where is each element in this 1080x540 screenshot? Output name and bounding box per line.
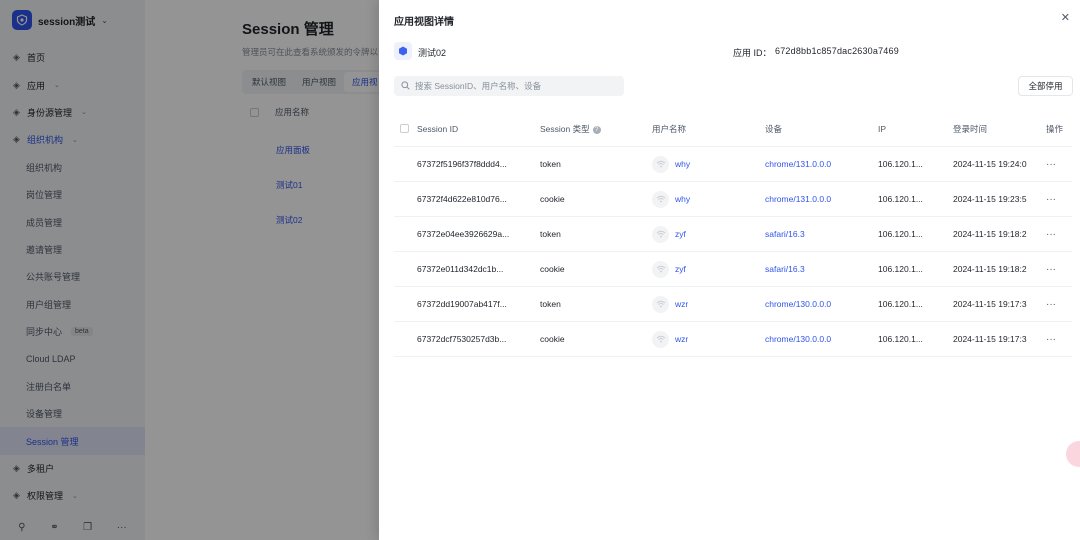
device-link[interactable]: safari/16.3 xyxy=(765,229,865,239)
disable-all-button[interactable]: 全部停用 xyxy=(1018,76,1073,96)
device-link[interactable]: chrome/131.0.0.0 xyxy=(765,159,865,169)
ip-cell: 106.120.1... xyxy=(878,334,923,344)
help-icon[interactable]: ? xyxy=(592,125,601,134)
login-time-cell: 2024-11-15 19:18:2 xyxy=(953,264,1027,274)
user-cell: zyf xyxy=(652,260,752,278)
app-id-label: 应用 ID： xyxy=(733,48,772,58)
more-actions-icon[interactable]: ··· xyxy=(1046,334,1070,345)
column-header-actions: 操作 xyxy=(1046,124,1064,134)
device-link[interactable]: chrome/130.0.0.0 xyxy=(765,299,865,309)
avatar xyxy=(652,190,669,208)
table-row: 67372dcf7530257d3b... cookie wzr chrome/130… xyxy=(394,322,1072,357)
session-type-cell: cookie xyxy=(540,334,565,344)
app-name: 测试02 xyxy=(418,48,447,58)
session-id-cell: 67372dd19007ab417f... xyxy=(417,299,507,309)
column-header-login-time: 登录时间 xyxy=(953,124,988,134)
search-icon xyxy=(401,80,410,92)
app-logo-icon xyxy=(394,42,412,60)
ip-cell: 106.120.1... xyxy=(878,194,923,204)
table-header-row: Session ID Session 类型? 用户名称 设备 IP 登录时间 操… xyxy=(394,112,1072,147)
avatar xyxy=(652,260,669,278)
table-row: 67372dd19007ab417f... token wzr chrome/130.… xyxy=(394,287,1072,322)
login-time-cell: 2024-11-15 19:17:3 xyxy=(953,299,1027,309)
session-search xyxy=(394,76,624,96)
user-cell: wzr xyxy=(652,330,752,348)
avatar xyxy=(652,225,669,243)
session-type-cell: token xyxy=(540,299,561,309)
session-id-cell: 67372f4d622e810d76... xyxy=(417,194,507,204)
modal-overlay[interactable] xyxy=(0,0,379,540)
more-actions-icon[interactable]: ··· xyxy=(1046,264,1070,275)
device-link[interactable]: chrome/130.0.0.0 xyxy=(765,334,865,344)
more-actions-icon[interactable]: ··· xyxy=(1046,299,1070,310)
user-link[interactable]: zyf xyxy=(675,264,686,274)
user-cell: why xyxy=(652,190,752,208)
user-link[interactable]: why xyxy=(675,194,690,204)
session-id-cell: 67372f5196f37f8ddd4... xyxy=(417,159,507,169)
drawer-title: 应用视图详情 xyxy=(394,17,454,28)
table-row: 67372e011d342dc1b... cookie zyf safari/16.3… xyxy=(394,252,1072,287)
session-type-cell: cookie xyxy=(540,264,565,274)
table-row: 67372e04ee3926629a... token zyf safari/16.3… xyxy=(394,217,1072,252)
device-link[interactable]: safari/16.3 xyxy=(765,264,865,274)
ip-cell: 106.120.1... xyxy=(878,299,923,309)
session-id-cell: 67372e011d342dc1b... xyxy=(417,264,504,274)
close-icon[interactable]: ✕ xyxy=(1061,11,1070,24)
select-all-checkbox[interactable] xyxy=(400,123,409,135)
ip-cell: 106.120.1... xyxy=(878,159,923,169)
table-row: 67372f4d622e810d76... cookie why chrome/131… xyxy=(394,182,1072,217)
login-time-cell: 2024-11-15 19:23:5 xyxy=(953,194,1027,204)
session-type-cell: cookie xyxy=(540,194,565,204)
ip-cell: 106.120.1... xyxy=(878,264,923,274)
login-time-cell: 2024-11-15 19:18:2 xyxy=(953,229,1027,239)
avatar xyxy=(652,155,669,173)
user-cell: wzr xyxy=(652,295,752,313)
app-view-detail-drawer: 应用视图详情 ✕ 测试02 应用 ID： 672d8bb1c857dac2630… xyxy=(379,0,1080,540)
table-row: 67372f5196f37f8ddd4... token why chrome/131… xyxy=(394,147,1072,182)
device-link[interactable]: chrome/131.0.0.0 xyxy=(765,194,865,204)
column-header-ip: IP xyxy=(878,124,887,134)
avatar xyxy=(652,295,669,313)
session-type-cell: token xyxy=(540,159,561,169)
column-header-user: 用户名称 xyxy=(652,124,687,134)
more-actions-icon[interactable]: ··· xyxy=(1046,194,1070,205)
session-table: Session ID Session 类型? 用户名称 设备 IP 登录时间 操… xyxy=(394,112,1072,357)
user-link[interactable]: zyf xyxy=(675,229,686,239)
session-id-cell: 67372dcf7530257d3b... xyxy=(417,334,507,344)
session-type-cell: token xyxy=(540,229,561,239)
app-id-value: 672d8bb1c857dac2630a7469 xyxy=(775,46,899,56)
user-link[interactable]: wzr xyxy=(675,299,688,309)
user-cell: zyf xyxy=(652,225,752,243)
user-link[interactable]: why xyxy=(675,159,690,169)
session-id-cell: 67372e04ee3926629a... xyxy=(417,229,510,239)
more-actions-icon[interactable]: ··· xyxy=(1046,229,1070,240)
ip-cell: 106.120.1... xyxy=(878,229,923,239)
user-cell: why xyxy=(652,155,752,173)
more-actions-icon[interactable]: ··· xyxy=(1046,159,1070,170)
search-input[interactable] xyxy=(415,81,615,91)
user-link[interactable]: wzr xyxy=(675,334,688,344)
avatar xyxy=(652,330,669,348)
column-header-session-type: Session 类型? xyxy=(540,123,640,135)
login-time-cell: 2024-11-15 19:24:0 xyxy=(953,159,1027,169)
login-time-cell: 2024-11-15 19:17:3 xyxy=(953,334,1027,344)
column-header-device: 设备 xyxy=(765,124,783,134)
column-header-session-id: Session ID xyxy=(417,124,459,134)
